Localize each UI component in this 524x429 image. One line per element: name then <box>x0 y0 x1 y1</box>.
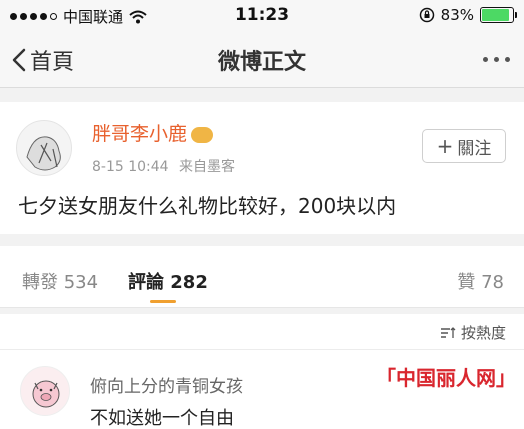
sort-label: 按熱度 <box>460 324 506 342</box>
member-badge-icon <box>191 126 214 143</box>
post-timestamp: 8-15 10:44 <box>92 159 169 175</box>
follow-label: 關注 <box>457 138 492 159</box>
comment-count: 282 <box>170 272 208 293</box>
repost-count: 534 <box>63 272 99 293</box>
follow-button[interactable]: + 關注 <box>422 129 506 163</box>
author-name[interactable]: 胖哥李小鹿 <box>92 119 214 146</box>
post-meta: 8-15 10:44 来自墨客 <box>92 156 235 176</box>
status-right: 83% <box>419 6 517 24</box>
weibo-post: 胖哥李小鹿 8-15 10:44 来自墨客 + 關注 七夕送女朋友什么礼物比较好… <box>0 102 524 234</box>
battery-percent: 83% <box>440 6 474 24</box>
status-bar: 中国联通 11:23 83% <box>0 0 524 30</box>
tab-comment[interactable]: 評論 282 <box>128 268 208 294</box>
tab-repost[interactable]: 轉發 534 <box>22 268 98 294</box>
like-count: 78 <box>481 272 504 293</box>
pig-cartoon-image <box>32 380 60 408</box>
navigation-bar: 首頁 微博正文 <box>0 30 524 88</box>
sort-by-heat-button[interactable]: 按熱度 <box>440 322 506 343</box>
author-avatar[interactable] <box>16 120 72 176</box>
tab-like[interactable]: 贊 78 <box>457 268 504 294</box>
plus-icon: + <box>436 134 454 158</box>
watermark-logo: 「中国丽人网」 <box>376 366 516 390</box>
comment-label: 評論 <box>128 272 164 293</box>
page-title: 微博正文 <box>217 50 306 75</box>
post-actions-bar: 轉發 534 評論 282 贊 78 <box>0 246 524 308</box>
rotation-lock-icon <box>419 7 434 23</box>
like-label: 贊 <box>457 272 476 293</box>
commenter-avatar[interactable] <box>20 366 70 416</box>
post-content: 七夕送女朋友什么礼物比较好，200块以内 <box>18 194 397 218</box>
avatar-sketch-image <box>26 136 61 171</box>
more-options-icon[interactable] <box>483 57 510 62</box>
author-name-text: 胖哥李小鹿 <box>92 123 188 145</box>
post-source: 来自墨客 <box>179 159 236 175</box>
battery-icon <box>480 7 517 23</box>
sort-icon <box>440 326 456 338</box>
commenter-name[interactable]: 俯向上分的青铜女孩 <box>90 372 243 397</box>
comment-text: 不如送她一个自由 <box>90 408 234 429</box>
comment-sort-bar: 按熱度 <box>0 314 524 350</box>
repost-label: 轉發 <box>22 272 58 293</box>
active-tab-indicator <box>150 300 176 303</box>
